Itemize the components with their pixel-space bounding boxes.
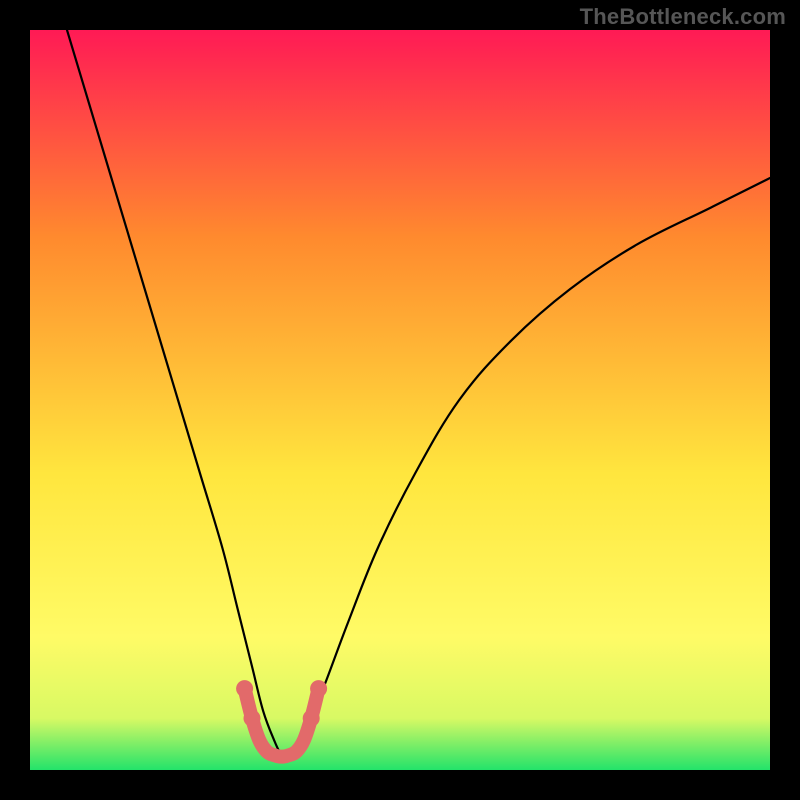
gradient-background: [30, 30, 770, 770]
plot-area: [30, 30, 770, 770]
highlight-dot: [244, 710, 261, 727]
chart-stage: TheBottleneck.com: [0, 0, 800, 800]
highlight-dot: [310, 680, 327, 697]
watermark-text: TheBottleneck.com: [580, 4, 786, 30]
highlight-dot: [303, 710, 320, 727]
chart-svg: [30, 30, 770, 770]
highlight-dot: [236, 680, 253, 697]
